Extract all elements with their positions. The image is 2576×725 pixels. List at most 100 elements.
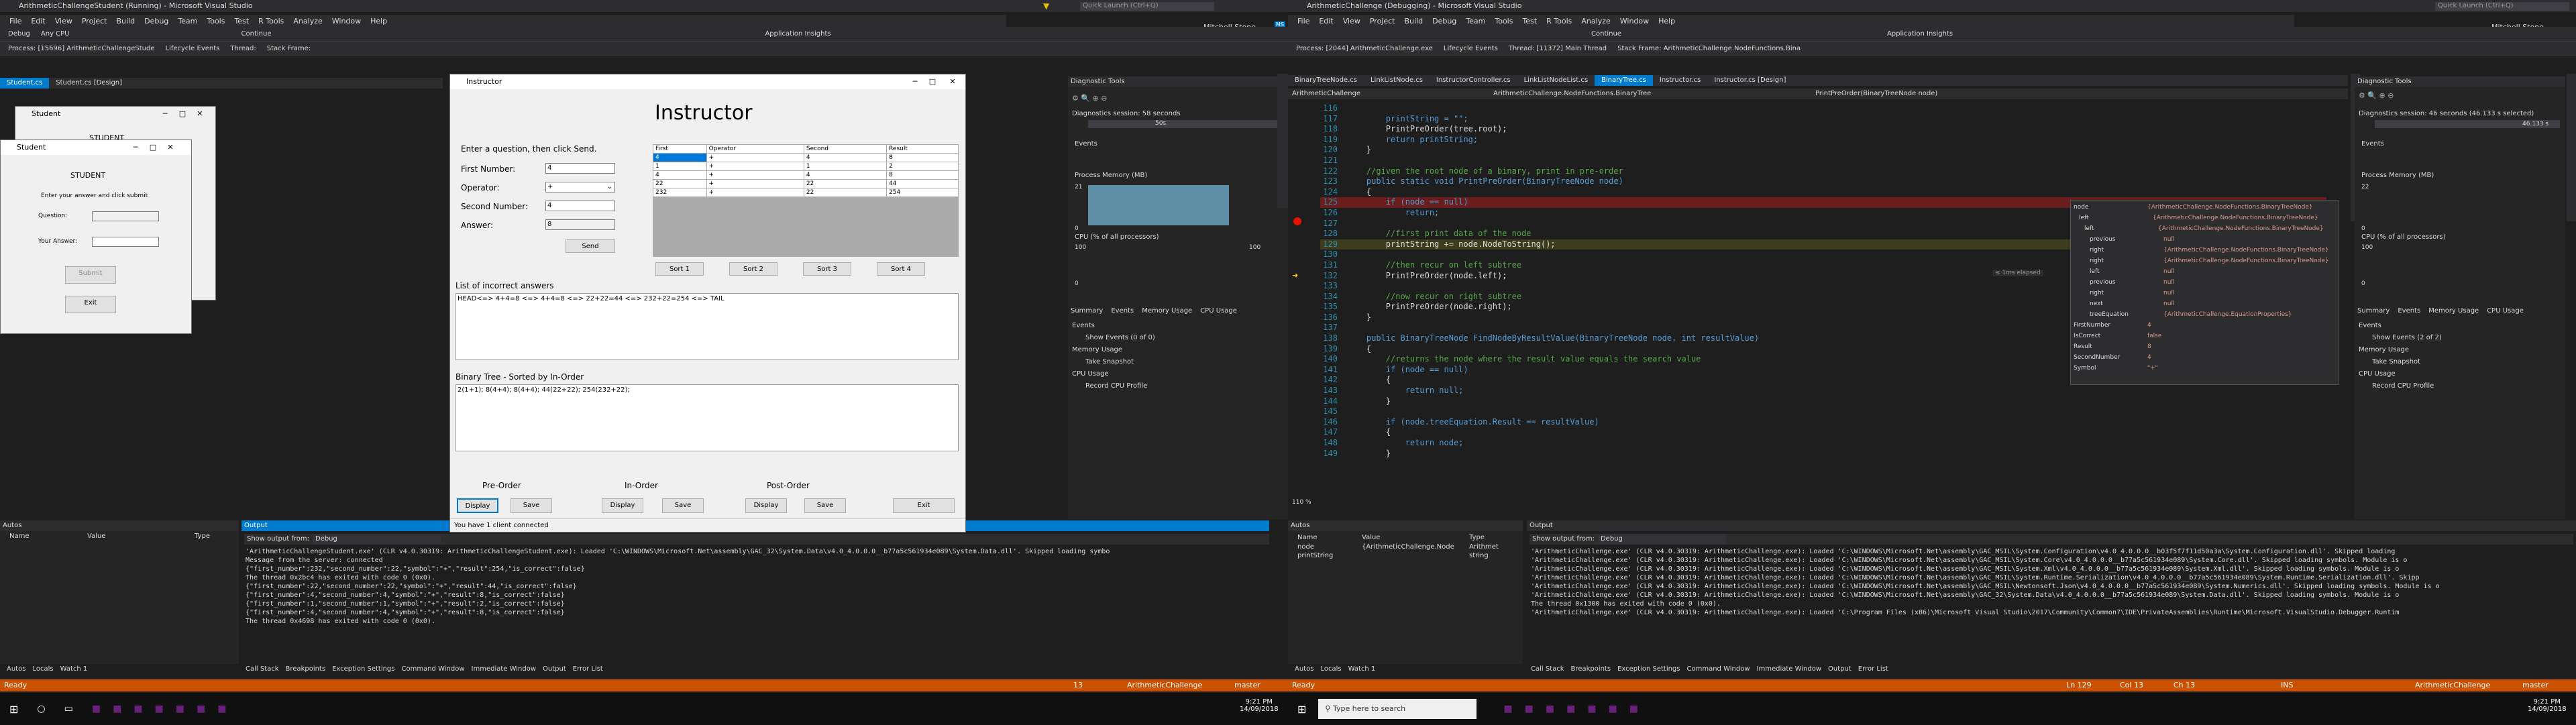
right-menu-item-0[interactable]: File <box>1297 17 1309 25</box>
inorder-display-button[interactable]: Display <box>602 498 643 513</box>
left-menu-item-1[interactable]: Edit <box>31 17 45 25</box>
task-view-icon[interactable]: ▭ <box>64 704 73 714</box>
student-answer-input[interactable] <box>92 237 159 247</box>
right-app-insights[interactable]: Application Insights <box>1884 30 1955 38</box>
taskbar-app-icons[interactable]: ■■■■■■■ <box>92 704 239 714</box>
first-number-input[interactable]: 4 <box>545 163 615 174</box>
inorder-save-button[interactable]: Save <box>662 498 704 513</box>
right-menu-item-3[interactable]: Project <box>1370 17 1395 25</box>
datatip-row[interactable]: previous null <box>2074 277 2335 288</box>
left-platform-select[interactable]: Any CPU <box>38 30 72 38</box>
right-menu-item-7[interactable]: Tools <box>1495 17 1513 25</box>
left-diag-subtab-0[interactable]: Summary <box>1071 307 1103 315</box>
questions-grid[interactable]: First Operator Second Result 4 +4 8 1 +1 2 4 +4 8 22 +… <box>653 144 959 197</box>
left-diag-subtab-3[interactable]: CPU Usage <box>1200 307 1237 315</box>
right-btab-b-0[interactable]: Call Stack <box>1531 664 1564 675</box>
left-menu-item-0[interactable]: File <box>9 17 21 25</box>
left-proc-item-3[interactable]: Stack Frame: <box>264 44 313 53</box>
right-menu-item-9[interactable]: R Tools <box>1546 17 1572 25</box>
datatip-row[interactable]: left null <box>2074 266 2335 277</box>
left-menu-item-10[interactable]: Analyze <box>293 17 322 25</box>
postorder-save-button[interactable]: Save <box>804 498 846 513</box>
student-small-maximize[interactable]: □ <box>174 107 191 121</box>
right-btab-a-2[interactable]: Watch 1 <box>1348 664 1376 675</box>
preorder-display-button[interactable]: Display <box>457 498 498 513</box>
grid-cell[interactable]: 1 <box>803 162 888 171</box>
left-menu-item-12[interactable]: Help <box>370 17 387 25</box>
student-maximize[interactable]: □ <box>144 140 162 155</box>
left-proc-item-0[interactable]: Process: [15696] ArithmeticChallengeStud… <box>5 44 157 53</box>
student-small-minimize[interactable]: ─ <box>156 107 174 121</box>
right-diag-subtab-0[interactable]: Summary <box>2357 307 2390 315</box>
instructor-maximize[interactable]: □ <box>924 74 941 89</box>
datatip-row[interactable]: IsCorrect false <box>2074 331 2335 341</box>
grid-cell[interactable]: 2 <box>886 162 959 171</box>
left-btab-b-6[interactable]: Error List <box>573 664 603 675</box>
windows-start-icon[interactable]: ⊞ <box>9 703 18 716</box>
left-btab-a-2[interactable]: Watch 1 <box>60 664 88 675</box>
right-btab-b-4[interactable]: Immediate Window <box>1757 664 1822 675</box>
left-tab-0[interactable]: Student.cs <box>0 78 50 89</box>
left-autos-col-type[interactable]: Type <box>195 533 210 542</box>
left-menu-item-4[interactable]: Build <box>116 17 135 25</box>
sort-1-button[interactable]: Sort 1 <box>655 262 704 276</box>
right-tab-0[interactable]: BinaryTreeNode.cs <box>1288 75 1364 86</box>
grid-cell[interactable]: 4 <box>803 170 888 180</box>
grid-cell[interactable]: 254 <box>886 188 959 197</box>
table-row[interactable]: 22 +22 44 <box>653 179 959 188</box>
instructor-minimize[interactable]: ─ <box>906 74 924 89</box>
datatip-row[interactable]: left {ArithmeticChallenge.NodeFunctions.B… <box>2074 213 2335 223</box>
right-menu-item-8[interactable]: Test <box>1522 17 1537 25</box>
sort-3-button[interactable]: Sort 3 <box>803 262 851 276</box>
left-btab-b-1[interactable]: Breakpoints <box>286 664 326 675</box>
right-take-snapshot[interactable]: Take Snapshot <box>2372 358 2420 366</box>
left-show-events[interactable]: Show Events (0 of 0) <box>1085 334 1155 341</box>
right-start-icon[interactable]: ⊞ <box>1297 703 1306 716</box>
nav-dropdown-0[interactable]: ArithmeticChallenge <box>1288 89 1489 99</box>
grid-col-0[interactable]: First <box>653 144 707 154</box>
datatip-row[interactable]: left {ArithmeticChallenge.NodeFunctions.B… <box>2074 223 2335 234</box>
grid-cell[interactable]: 232 <box>653 188 707 197</box>
grid-col-2[interactable]: Second <box>803 144 888 154</box>
left-menu-item-5[interactable]: Debug <box>144 17 168 25</box>
table-row[interactable]: 4 +4 8 <box>653 153 959 162</box>
editor-zoom[interactable]: 110 % <box>1292 499 1311 506</box>
grid-cell[interactable]: 8 <box>886 153 959 162</box>
breakpoint-icon[interactable] <box>1293 217 1301 225</box>
table-row[interactable]: 4 +4 8 <box>653 170 959 180</box>
right-btab-a-1[interactable]: Locals <box>1320 664 1341 675</box>
right-tab-2[interactable]: InstructorController.cs <box>1430 75 1517 86</box>
left-autos-col-name[interactable]: Name <box>0 533 87 542</box>
right-tab-4[interactable]: BinaryTree.cs <box>1595 75 1653 86</box>
right-quick-launch[interactable]: Quick Launch (Ctrl+Q) <box>2435 2 2569 11</box>
left-status-branch[interactable]: master <box>1234 679 1260 691</box>
right-diag-subtab-3[interactable]: CPU Usage <box>2487 307 2524 315</box>
right-menu-item-1[interactable]: Edit <box>1319 17 1333 25</box>
right-diag-subtab-1[interactable]: Events <box>2398 307 2420 315</box>
right-taskbar-clock[interactable]: 9:21 PM 14/09/2018 <box>2528 698 2567 713</box>
table-row[interactable]: printString string <box>1288 552 1523 561</box>
grid-col-3[interactable]: Result <box>886 144 959 154</box>
second-number-input[interactable]: 4 <box>545 201 615 211</box>
left-taskbar-clock[interactable]: 9:21 PM 14/09/2018 <box>1240 698 1279 713</box>
student-close[interactable]: ✕ <box>162 140 179 155</box>
student-small-close[interactable]: ✕ <box>191 107 209 121</box>
left-status-project[interactable]: ArithmeticChallenge <box>1127 679 1202 691</box>
incorrect-list-box[interactable]: HEAD<=> 4+4=8 <=> 4+4=8 <=> 22+22=44 <=>… <box>455 293 959 360</box>
right-diag-subtab-2[interactable]: Memory Usage <box>2428 307 2479 315</box>
left-menu-item-8[interactable]: Test <box>234 17 249 25</box>
left-continue-button[interactable]: Continue <box>239 30 274 38</box>
datatip-row[interactable]: previous null <box>2074 234 2335 245</box>
grid-cell[interactable]: 4 <box>653 153 707 162</box>
left-btab-b-0[interactable]: Call Stack <box>246 664 279 675</box>
right-menu-item-4[interactable]: Build <box>1404 17 1423 25</box>
datatip-row[interactable]: next null <box>2074 298 2335 309</box>
right-record-cpu[interactable]: Record CPU Profile <box>2372 382 2434 390</box>
right-proc-item-2[interactable]: Thread: [11372] Main Thread <box>1506 44 1609 53</box>
right-menu-item-10[interactable]: Analyze <box>1581 17 1610 25</box>
node-datatip[interactable]: node {ArithmeticChallenge.NodeFunctions.B… <box>2070 200 2339 385</box>
grid-cell[interactable]: + <box>706 188 804 197</box>
datatip-row[interactable]: FirstNumber 4 <box>2074 320 2335 331</box>
cortana-icon[interactable]: ○ <box>37 704 45 714</box>
datatip-row[interactable]: Symbol "+" <box>2074 363 2335 374</box>
